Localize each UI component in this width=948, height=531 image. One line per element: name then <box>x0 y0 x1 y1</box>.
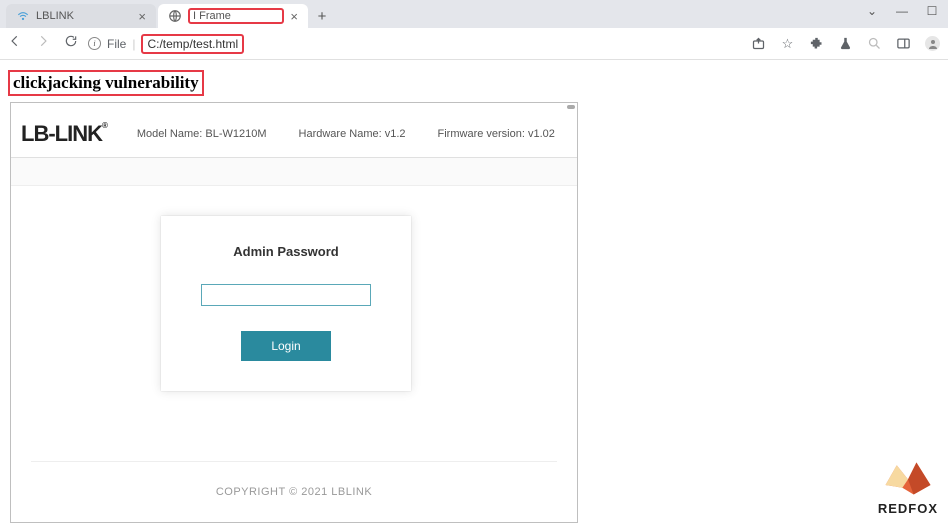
address-bar: i File | C:/temp/test.html ☆ <box>0 28 948 60</box>
password-field[interactable] <box>201 284 371 306</box>
reload-icon[interactable] <box>64 34 78 53</box>
firmware-version: Firmware version: v1.02 <box>438 128 555 140</box>
fox-icon <box>878 454 938 499</box>
globe-icon <box>168 9 182 23</box>
toolbar-right: ☆ <box>751 36 940 51</box>
wifi-icon <box>16 9 30 23</box>
iframe-container: LB-LINK® Model Name: BL-W1210M Hardware … <box>10 102 578 523</box>
forward-icon[interactable] <box>36 34 50 53</box>
close-icon[interactable]: × <box>290 9 298 24</box>
back-icon[interactable] <box>8 34 22 53</box>
page-title: clickjacking vulnerability <box>8 70 204 96</box>
url-box[interactable]: i File | C:/temp/test.html <box>88 34 244 54</box>
redfox-watermark: REDFOX <box>878 454 938 516</box>
search-icon[interactable] <box>867 36 882 51</box>
watermark-text: REDFOX <box>878 501 938 516</box>
tab-iframe[interactable]: I Frame × <box>158 4 308 28</box>
labs-icon[interactable] <box>838 36 853 51</box>
chevron-down-icon[interactable]: ⌄ <box>864 4 880 18</box>
device-info: Model Name: BL-W1210M Hardware Name: v1.… <box>137 128 555 140</box>
url-scheme: File <box>107 37 126 51</box>
maximize-icon[interactable]: ☐ <box>924 4 940 18</box>
model-name: Model Name: BL-W1210M <box>137 128 267 140</box>
close-icon[interactable]: × <box>138 9 146 24</box>
tab-title: LBLINK <box>36 10 132 22</box>
nav-controls <box>8 34 78 53</box>
copyright: COPYRIGHT © 2021 LBLINK <box>11 462 577 522</box>
login-area: Admin Password Login <box>11 186 577 401</box>
tab-lblink[interactable]: LBLINK × <box>6 4 156 28</box>
hardware-name: Hardware Name: v1.2 <box>299 128 406 140</box>
login-card: Admin Password Login <box>161 216 411 391</box>
login-button[interactable]: Login <box>241 331 331 361</box>
new-tab-button[interactable]: + <box>310 4 334 28</box>
url-divider: | <box>132 37 135 51</box>
browser-tab-bar: LBLINK × I Frame × + ⌄ — ☐ <box>0 0 948 28</box>
share-icon[interactable] <box>751 36 766 51</box>
star-icon[interactable]: ☆ <box>780 36 795 51</box>
profile-avatar[interactable] <box>925 36 940 51</box>
login-title: Admin Password <box>181 244 391 259</box>
minimize-icon[interactable]: — <box>894 4 910 18</box>
page-content: clickjacking vulnerability LB-LINK® Mode… <box>0 60 948 531</box>
sidepanel-icon[interactable] <box>896 36 911 51</box>
router-header: LB-LINK® Model Name: BL-W1210M Hardware … <box>11 103 577 158</box>
extensions-icon[interactable] <box>809 36 824 51</box>
subheader-bar <box>11 158 577 186</box>
brand-logo: LB-LINK® <box>21 121 107 147</box>
info-icon[interactable]: i <box>88 37 101 50</box>
window-controls: ⌄ — ☐ <box>864 4 940 18</box>
tab-title: I Frame <box>188 8 284 24</box>
url-path: C:/temp/test.html <box>141 34 244 54</box>
